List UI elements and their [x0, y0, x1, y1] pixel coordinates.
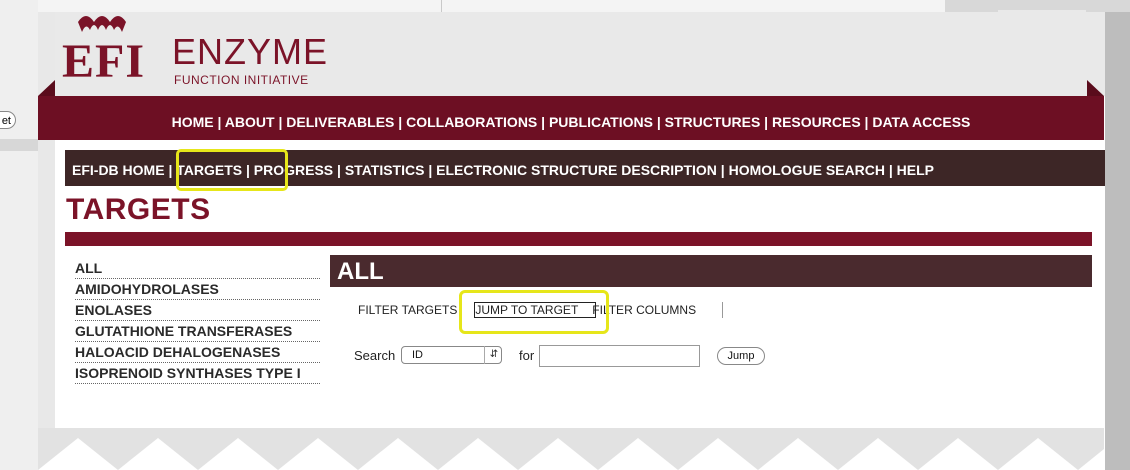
main-nav-links[interactable]: HOME | ABOUT | DELIVERABLES | COLLABORAT… [38, 96, 1104, 140]
category-enolases[interactable]: ENOLASES [75, 300, 320, 321]
category-all[interactable]: ALL [75, 258, 320, 279]
jump-to-target-highlight [459, 290, 609, 334]
select-arrows-icon: ⇵ [484, 346, 503, 364]
category-amidohydrolases[interactable]: AMIDOHYDROLASES [75, 279, 320, 300]
left-side-panel: et [0, 0, 38, 470]
for-label: for [519, 348, 535, 363]
category-isoprenoid-synthases[interactable]: ISOPRENOID SYNTHASES TYPE I [75, 363, 320, 384]
logo-enzyme-text: ENZYME [172, 31, 329, 72]
category-glutathione-transferases[interactable]: GLUTATHIONE TRANSFERASES [75, 321, 320, 342]
category-haloacid-dehalogenases[interactable]: HALOACID DEHALOGENASES [75, 342, 320, 363]
title-underline-bar [65, 232, 1092, 246]
panel-header-bar [330, 255, 1092, 287]
logo-efi-text: EFI [62, 35, 146, 88]
right-side-panel [1104, 0, 1130, 470]
search-label: Search [354, 348, 396, 363]
jump-button[interactable]: Jump [717, 347, 765, 365]
chevron-decoration [38, 428, 1104, 470]
filter-divider [722, 302, 723, 318]
panel-title: ALL [337, 258, 384, 285]
page-title: TARGETS [66, 193, 211, 226]
cut-off-bar [0, 139, 38, 151]
top-divider [441, 0, 442, 12]
search-input[interactable] [539, 345, 700, 367]
cut-off-button[interactable]: et [0, 111, 16, 129]
tab-filter-targets[interactable]: FILTER TARGETS [358, 303, 457, 317]
targets-highlight [176, 149, 288, 191]
category-list: ALL AMIDOHYDROLASES ENOLASES GLUTATHIONE… [75, 258, 320, 384]
